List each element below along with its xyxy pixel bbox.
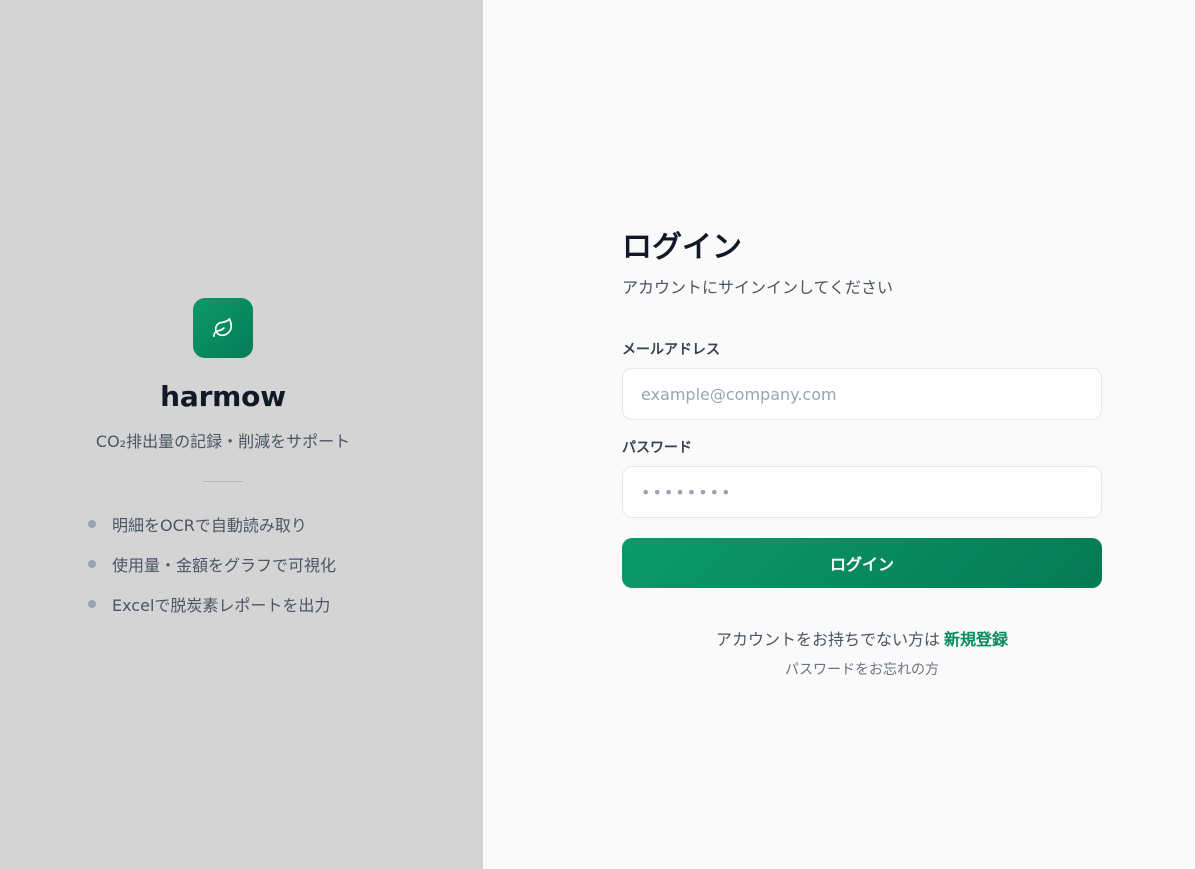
feature-label: Excelで脱炭素レポートを出力 bbox=[112, 596, 331, 615]
feature-list: 明細をOCRで自動読み取り 使用量・金額をグラフで可視化 Excelで脱炭素レポ… bbox=[88, 512, 336, 632]
email-label: メールアドレス bbox=[622, 342, 720, 358]
feature-item: 使用量・金額をグラフで可視化 bbox=[88, 552, 336, 576]
login-form: ログイン アカウントにサインインしてください メールアドレス パスワード ログイ… bbox=[622, 228, 1102, 680]
bullet-icon bbox=[88, 560, 96, 568]
feature-label: 使用量・金額をグラフで可視化 bbox=[112, 556, 337, 575]
leaf-icon bbox=[213, 318, 233, 338]
feature-label: 明細をOCRで自動読み取り bbox=[112, 516, 307, 535]
app-logo bbox=[193, 298, 253, 358]
password-label: パスワード bbox=[622, 440, 692, 456]
bullet-icon bbox=[88, 520, 96, 528]
login-button[interactable]: ログイン bbox=[622, 538, 1102, 588]
brand-panel: harmow CO₂排出量の記録・削減をサポート 明細をOCRで自動読み取り 使… bbox=[0, 0, 483, 869]
brand-tagline: CO₂排出量の記録・削減をサポート bbox=[95, 432, 351, 451]
no-account-text: アカウントをお持ちでない方は bbox=[715, 630, 940, 649]
feature-item: Excelで脱炭素レポートを出力 bbox=[88, 592, 336, 616]
login-page: harmow CO₂排出量の記録・削減をサポート 明細をOCRで自動読み取り 使… bbox=[0, 0, 1195, 869]
feature-item: 明細をOCRで自動読み取り bbox=[88, 512, 336, 536]
bullet-icon bbox=[88, 600, 96, 608]
password-field[interactable] bbox=[622, 466, 1102, 518]
login-panel: ログイン アカウントにサインインしてください メールアドレス パスワード ログイ… bbox=[483, 0, 1195, 869]
forgot-password-row: パスワードをお忘れの方 bbox=[622, 660, 1102, 680]
divider bbox=[203, 481, 243, 482]
page-subtitle: アカウントにサインインしてください bbox=[622, 278, 894, 297]
email-field[interactable] bbox=[622, 368, 1102, 420]
signup-link[interactable]: 新規登録 bbox=[944, 630, 1008, 649]
signup-prompt: アカウントをお持ちでない方は 新規登録 bbox=[622, 628, 1102, 652]
forgot-password-link[interactable]: パスワードをお忘れの方 bbox=[785, 662, 939, 678]
brand-name: harmow bbox=[160, 380, 286, 413]
page-title: ログイン bbox=[622, 230, 742, 265]
